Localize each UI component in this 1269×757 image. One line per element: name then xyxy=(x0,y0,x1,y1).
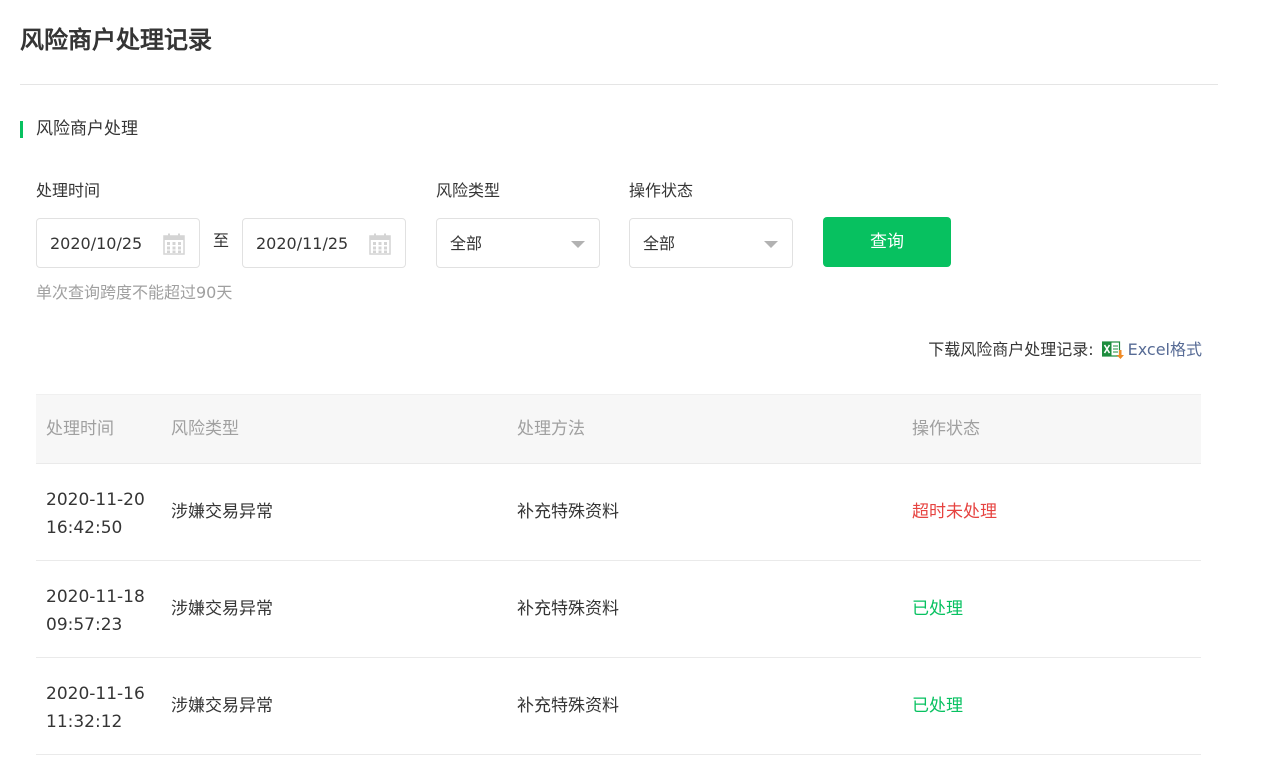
risk-type-select[interactable]: 全部 xyxy=(436,218,600,268)
query-button[interactable]: 查询 xyxy=(823,217,951,267)
page: 风险商户处理记录 风险商户处理 处理时间 风险类型 操作状态 2020/10/2… xyxy=(0,0,1269,757)
status-select[interactable]: 全部 xyxy=(629,218,793,268)
chevron-down-icon xyxy=(571,241,585,248)
cell-method: 补充特殊资料 xyxy=(517,599,619,619)
end-date-value: 2020/11/25 xyxy=(256,234,349,253)
download-label: 下载风险商户处理记录: xyxy=(928,340,1094,359)
query-range-hint: 单次查询跨度不能超过90天 xyxy=(36,283,233,302)
cell-status: 超时未处理 xyxy=(912,502,997,522)
cell-method: 补充特殊资料 xyxy=(517,696,619,716)
records-table: 处理时间 风险类型 处理方法 操作状态 2020-11-20 16:42:50 … xyxy=(36,394,1201,755)
end-date-input[interactable]: 2020/11/25 xyxy=(242,218,406,268)
section-accent-bar xyxy=(20,121,23,138)
date-range-separator: 至 xyxy=(213,231,230,250)
section-title: 风险商户处理 xyxy=(20,118,138,140)
chevron-down-icon xyxy=(764,241,778,248)
table-row: 2020-11-20 16:42:50 涉嫌交易异常 补充特殊资料 超时未处理 xyxy=(36,464,1201,561)
status-filter-label: 操作状态 xyxy=(629,181,694,200)
table-header: 处理时间 风险类型 处理方法 操作状态 xyxy=(36,394,1201,464)
cell-method: 补充特殊资料 xyxy=(517,502,619,522)
cell-risk-type: 涉嫌交易异常 xyxy=(171,696,273,716)
excel-download-link[interactable]: Excel格式 xyxy=(1128,338,1202,362)
table-row: 2020-11-16 11:32:12 涉嫌交易异常 补充特殊资料 已处理 xyxy=(36,658,1201,755)
section-title-text: 风险商户处理 xyxy=(36,119,138,139)
calendar-icon[interactable] xyxy=(163,233,185,255)
cell-time: 2020-11-20 16:42:50 xyxy=(46,490,145,538)
risk-type-filter-label: 风险类型 xyxy=(436,181,501,200)
status-select-value: 全部 xyxy=(643,234,676,253)
start-date-input[interactable]: 2020/10/25 xyxy=(36,218,200,268)
cell-risk-type: 涉嫌交易异常 xyxy=(171,599,273,619)
cell-time: 2020-11-16 11:32:12 xyxy=(46,684,145,732)
title-divider xyxy=(20,84,1218,85)
table-row: 2020-11-18 09:57:23 涉嫌交易异常 补充特殊资料 已处理 xyxy=(36,561,1201,658)
calendar-icon[interactable] xyxy=(369,233,391,255)
column-header-time: 处理时间 xyxy=(46,419,114,439)
column-header-method: 处理方法 xyxy=(517,419,585,439)
page-title: 风险商户处理记录 xyxy=(20,26,212,54)
start-date-value: 2020/10/25 xyxy=(50,234,143,253)
column-header-status: 操作状态 xyxy=(912,419,980,439)
excel-icon[interactable] xyxy=(1101,341,1124,359)
cell-status: 已处理 xyxy=(912,599,963,619)
download-row: 下载风险商户处理记录: Excel格式 xyxy=(928,338,1202,362)
risk-type-select-value: 全部 xyxy=(450,234,483,253)
time-filter-label: 处理时间 xyxy=(36,181,101,200)
column-header-risk-type: 风险类型 xyxy=(171,419,239,439)
cell-status: 已处理 xyxy=(912,696,963,716)
cell-risk-type: 涉嫌交易异常 xyxy=(171,502,273,522)
cell-time: 2020-11-18 09:57:23 xyxy=(46,587,145,635)
